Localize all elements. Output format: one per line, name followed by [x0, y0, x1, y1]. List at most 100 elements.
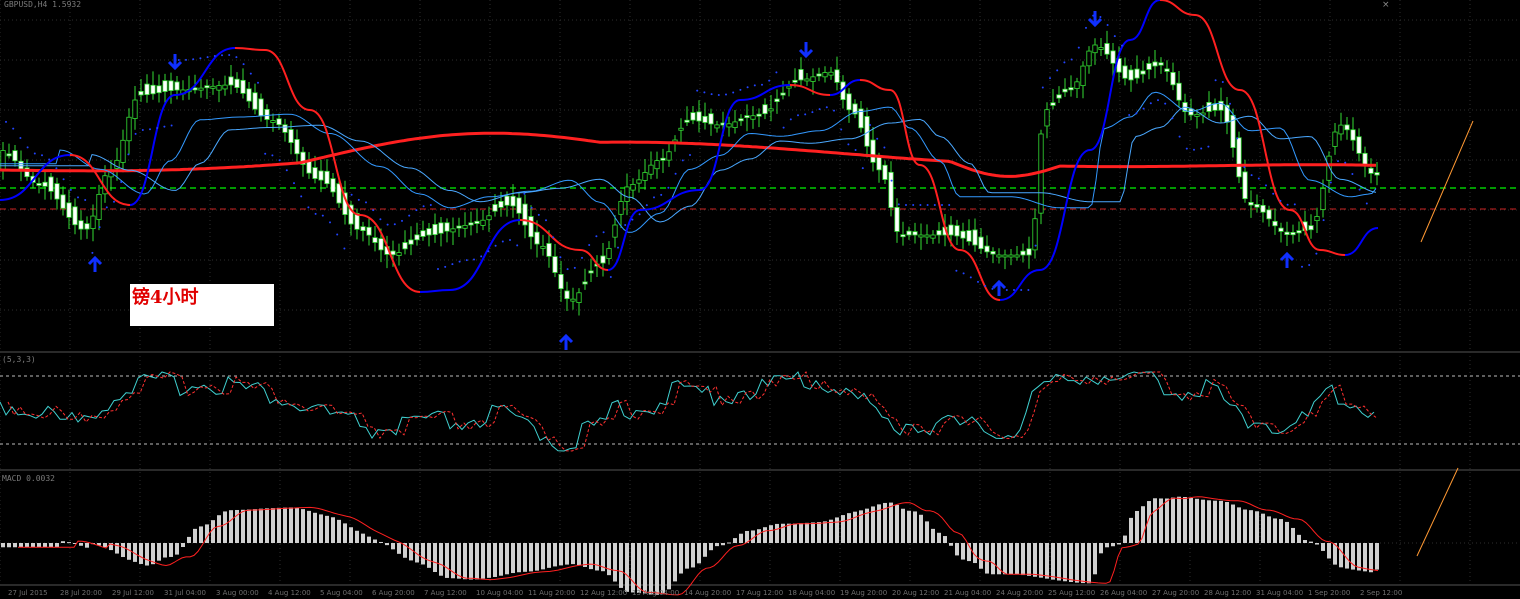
candle-body	[492, 204, 498, 212]
x-tick-label: 31 Jul 04:00	[164, 589, 206, 597]
macd-histogram-bar	[175, 543, 179, 555]
trend-curve-segment	[1039, 149, 1091, 271]
macd-histogram-bar	[1315, 543, 1319, 545]
candle-body	[504, 195, 510, 206]
candle-body	[42, 181, 48, 187]
macd-histogram-bar	[331, 517, 335, 543]
candle-body	[204, 85, 210, 89]
macd-histogram-bar	[61, 541, 65, 543]
macd-histogram-bar	[505, 543, 509, 575]
macd-histogram-bar	[211, 520, 215, 543]
sar-dot	[1027, 289, 1030, 291]
sar-dot	[185, 58, 187, 61]
sar-dot	[1034, 244, 1037, 247]
candle-body	[438, 222, 444, 234]
candle-body	[1002, 254, 1008, 258]
candle-body	[804, 78, 810, 82]
sar-dot	[1315, 252, 1318, 255]
candle-body	[426, 228, 432, 236]
candle-body	[18, 160, 24, 170]
macd-histogram-bar	[685, 543, 689, 569]
candle-body	[60, 194, 66, 209]
sar-dot	[775, 71, 778, 74]
macd-histogram-bar	[1171, 497, 1175, 543]
candle-body	[270, 120, 276, 123]
macd-histogram-bar	[337, 519, 341, 543]
macd-histogram-bar	[673, 543, 677, 582]
macd-histogram-bar	[163, 543, 167, 558]
macd-histogram-bar	[49, 543, 53, 548]
candle-body	[372, 237, 378, 243]
macd-histogram-bar	[157, 543, 161, 561]
candle-body	[456, 225, 462, 229]
sar-dot	[559, 256, 562, 259]
candle-body	[816, 73, 822, 77]
macd-histogram-bar	[1093, 543, 1097, 575]
macd-histogram-bar	[265, 508, 269, 543]
macd-histogram-bar	[313, 512, 317, 543]
sar-dot	[825, 106, 828, 109]
trend-curve-segment	[999, 269, 1041, 301]
main-header: GBPUSD,H4 1.5932	[4, 0, 82, 9]
macd-histogram-bar	[1237, 507, 1241, 543]
macd-histogram-bar	[1273, 518, 1277, 543]
trend-curve-segment	[889, 89, 921, 166]
sar-dot	[883, 146, 886, 149]
sar-dot	[228, 54, 231, 57]
candle-body	[288, 129, 294, 143]
macd-histogram-bar	[115, 543, 119, 554]
candle-body	[1254, 204, 1260, 208]
candle-body	[654, 160, 660, 170]
sar-dot	[1243, 166, 1246, 169]
candle-body	[1284, 231, 1290, 235]
macd-histogram-bar	[643, 543, 647, 594]
x-tick-label: 4 Aug 12:00	[268, 589, 311, 597]
macd-histogram-bar	[373, 539, 377, 543]
sar-dot	[660, 193, 663, 196]
macd-histogram-bar	[31, 543, 35, 548]
candle-body	[318, 170, 324, 181]
candle-body	[1146, 63, 1152, 70]
macd-histogram-bar	[577, 543, 581, 565]
macd-histogram-bar	[307, 510, 311, 543]
candle-body	[516, 197, 522, 214]
trend-curve-segment	[1089, 39, 1131, 151]
sar-dot	[761, 83, 763, 86]
candle-body	[1008, 254, 1014, 258]
sar-dot	[1229, 102, 1231, 105]
x-tick-label: 14 Aug 20:00	[684, 589, 731, 597]
sar-dot	[523, 192, 526, 195]
candle-body	[1260, 204, 1266, 213]
sar-dot	[177, 59, 180, 62]
sar-dot	[278, 159, 281, 162]
candle-body	[732, 121, 738, 128]
sar-dot	[249, 72, 252, 75]
sar-dot	[717, 93, 720, 96]
macd-histogram-bar	[559, 543, 563, 566]
candle-body	[534, 231, 540, 245]
macd-histogram-bar	[631, 543, 635, 593]
candle-body	[216, 85, 222, 91]
macd-histogram-bar	[421, 543, 425, 565]
macd-histogram-bar	[247, 509, 251, 543]
sar-dot	[257, 81, 259, 84]
macd-histogram-bar	[775, 523, 779, 543]
sar-dot	[1250, 174, 1253, 177]
candle-body	[96, 193, 102, 220]
candle-body	[462, 224, 468, 229]
ma-fast-line-a	[0, 91, 1377, 233]
candle-body	[984, 245, 990, 253]
macd-histogram-bar	[229, 510, 233, 543]
sar-dot	[235, 56, 238, 59]
candle-body	[168, 80, 174, 91]
candle-body	[552, 256, 558, 273]
x-tick-label: 2 Sep 12:00	[1360, 589, 1402, 597]
candle-body	[156, 85, 162, 94]
x-tick-label: 17 Aug 12:00	[736, 589, 783, 597]
macd-histogram-bar	[79, 543, 83, 546]
macd-header: MACD 0.0032	[2, 474, 55, 483]
macd-histogram-bar	[481, 543, 485, 579]
sar-dot	[127, 153, 130, 156]
sar-dot	[1365, 202, 1368, 205]
close-icon[interactable]: ×	[1382, 0, 1390, 10]
